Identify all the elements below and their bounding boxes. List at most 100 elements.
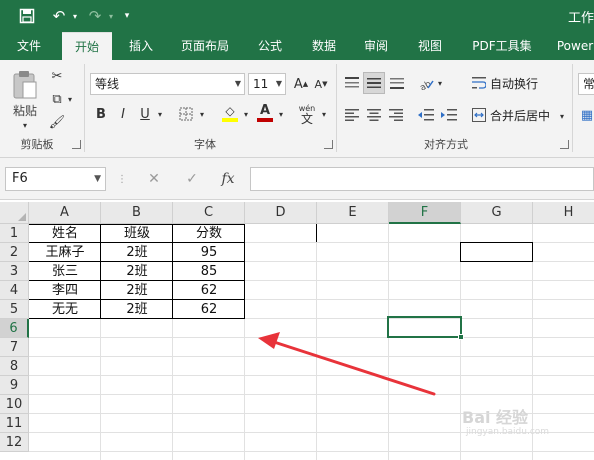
alignment-launcher-icon[interactable] (560, 140, 569, 149)
paste-dropdown-icon[interactable]: ▾ (20, 120, 30, 130)
increase-font-icon[interactable]: A ▲ (292, 74, 310, 94)
align-bottom-icon[interactable] (387, 72, 407, 94)
fill-color-icon[interactable]: ◇ (220, 102, 240, 124)
align-center-icon[interactable] (364, 104, 384, 126)
row-header-8[interactable]: 8 (0, 357, 29, 376)
increase-indent-icon[interactable] (439, 104, 459, 126)
italic-button[interactable]: I (114, 104, 132, 124)
orientation-dropdown-icon[interactable]: ▾ (436, 77, 444, 89)
undo-dropdown-icon[interactable]: ▾ (70, 5, 80, 27)
decrease-font-icon[interactable]: A ▼ (312, 74, 330, 94)
number-format-select[interactable]: 常 (578, 73, 594, 95)
table-cell[interactable]: 85 (173, 262, 245, 281)
copy-dropdown-icon[interactable]: ▾ (66, 93, 74, 105)
borders-icon[interactable] (176, 104, 196, 124)
format-painter-icon[interactable]: 🖌 (46, 112, 68, 132)
table-cell[interactable]: 62 (173, 300, 245, 319)
cut-icon[interactable]: ✂ (46, 66, 68, 86)
wrap-text-icon[interactable] (470, 72, 488, 94)
row-header-7[interactable]: 7 (0, 338, 29, 357)
align-middle-icon[interactable] (363, 72, 385, 94)
font-color-dropdown-icon[interactable]: ▾ (277, 108, 285, 120)
save-icon[interactable] (16, 5, 38, 27)
table-cell[interactable]: 2班 (101, 243, 173, 262)
font-launcher-icon[interactable] (324, 140, 333, 149)
bold-button[interactable]: B (92, 104, 110, 124)
row-header-5[interactable]: 5 (0, 300, 29, 319)
customize-icon[interactable]: ▾ (120, 5, 134, 27)
table-cell[interactable]: 张三 (29, 262, 101, 281)
tab-power[interactable]: Power (552, 32, 594, 60)
column-header-g[interactable]: G (461, 202, 533, 224)
tab-view[interactable]: 视图 (408, 32, 452, 60)
column-header-f[interactable]: F (389, 202, 461, 224)
table-cell[interactable]: 2班 (101, 262, 173, 281)
font-size-select[interactable]: 11 ▼ (248, 73, 286, 95)
align-left-icon[interactable] (342, 104, 362, 126)
table-cell[interactable]: 王麻子 (29, 243, 101, 262)
align-top-icon[interactable] (342, 72, 362, 94)
column-header-b[interactable]: B (101, 202, 173, 224)
align-right-icon[interactable] (386, 104, 406, 126)
borders-dropdown-icon[interactable]: ▾ (198, 108, 206, 120)
row-header-9[interactable]: 9 (0, 376, 29, 395)
table-cell[interactable]: 62 (173, 281, 245, 300)
tab-page-layout[interactable]: 页面布局 (170, 32, 240, 60)
row-header-12[interactable]: 12 (0, 433, 29, 452)
row-header-6[interactable]: 6 (0, 319, 29, 338)
table-cell[interactable]: 李四 (29, 281, 101, 300)
name-box[interactable]: F6 ▼ (5, 167, 106, 191)
wrap-text-button[interactable]: 自动换行 (490, 75, 538, 92)
insert-function-button[interactable]: fx (216, 168, 240, 190)
clipboard-launcher-icon[interactable] (72, 140, 81, 149)
row-header-2[interactable]: 2 (0, 243, 29, 262)
row-header-11[interactable]: 11 (0, 414, 29, 433)
redo-icon[interactable]: ↷ (84, 5, 106, 27)
font-family-select[interactable]: 等线 ▼ (90, 73, 245, 95)
table-cell[interactable]: 95 (173, 243, 245, 262)
underline-dropdown-icon[interactable]: ▾ (156, 108, 164, 120)
tab-pdf-tools[interactable]: PDF工具集 (462, 32, 542, 60)
merge-dropdown-icon[interactable]: ▾ (558, 110, 566, 122)
table-header-cell[interactable]: 姓名 (29, 224, 101, 243)
pinyin-guide-icon[interactable]: wén 文 (296, 102, 318, 126)
accounting-format-icon[interactable]: ▦ (580, 104, 594, 126)
row-header-1[interactable]: 1 (0, 224, 29, 243)
merge-center-button[interactable]: 合并后居中 (490, 107, 550, 124)
column-header-a[interactable]: A (29, 202, 101, 224)
column-header-e[interactable]: E (317, 202, 389, 224)
active-cell-f6[interactable] (387, 316, 464, 340)
tab-review[interactable]: 审阅 (354, 32, 398, 60)
merge-center-icon[interactable] (470, 104, 488, 126)
row-header-3[interactable]: 3 (0, 262, 29, 281)
copy-icon[interactable]: ⧉ (46, 89, 68, 109)
table-header-cell[interactable]: 分数 (173, 224, 245, 243)
decrease-indent-icon[interactable] (416, 104, 436, 126)
select-all-button[interactable] (0, 202, 29, 224)
cancel-entry-icon[interactable]: ✕ (142, 168, 166, 190)
tab-formulas[interactable]: 公式 (248, 32, 292, 60)
font-color-icon[interactable]: A (255, 102, 275, 124)
fill-handle[interactable] (458, 334, 464, 340)
tab-data[interactable]: 数据 (302, 32, 346, 60)
redo-dropdown-icon[interactable]: ▾ (106, 5, 116, 27)
paste-button[interactable]: 粘贴 (8, 66, 42, 122)
fill-color-dropdown-icon[interactable]: ▾ (242, 108, 250, 120)
row-header-10[interactable]: 10 (0, 395, 29, 414)
tab-home[interactable]: 开始 (62, 32, 112, 60)
confirm-entry-icon[interactable]: ✓ (180, 168, 204, 190)
undo-icon[interactable]: ↶ (48, 5, 70, 27)
orientation-icon[interactable]: ab (416, 72, 436, 94)
column-header-d[interactable]: D (245, 202, 317, 224)
column-header-c[interactable]: C (173, 202, 245, 224)
column-header-h[interactable]: H (533, 202, 594, 224)
underline-button[interactable]: U (136, 104, 154, 124)
table-cell[interactable]: 无无 (29, 300, 101, 319)
formula-input[interactable] (250, 167, 594, 191)
row-header-4[interactable]: 4 (0, 281, 29, 300)
pinyin-dropdown-icon[interactable]: ▾ (320, 108, 328, 120)
tab-insert[interactable]: 插入 (118, 32, 164, 60)
table-cell[interactable]: 2班 (101, 300, 173, 319)
tab-file[interactable]: 文件 (6, 32, 52, 60)
table-cell[interactable]: 2班 (101, 281, 173, 300)
